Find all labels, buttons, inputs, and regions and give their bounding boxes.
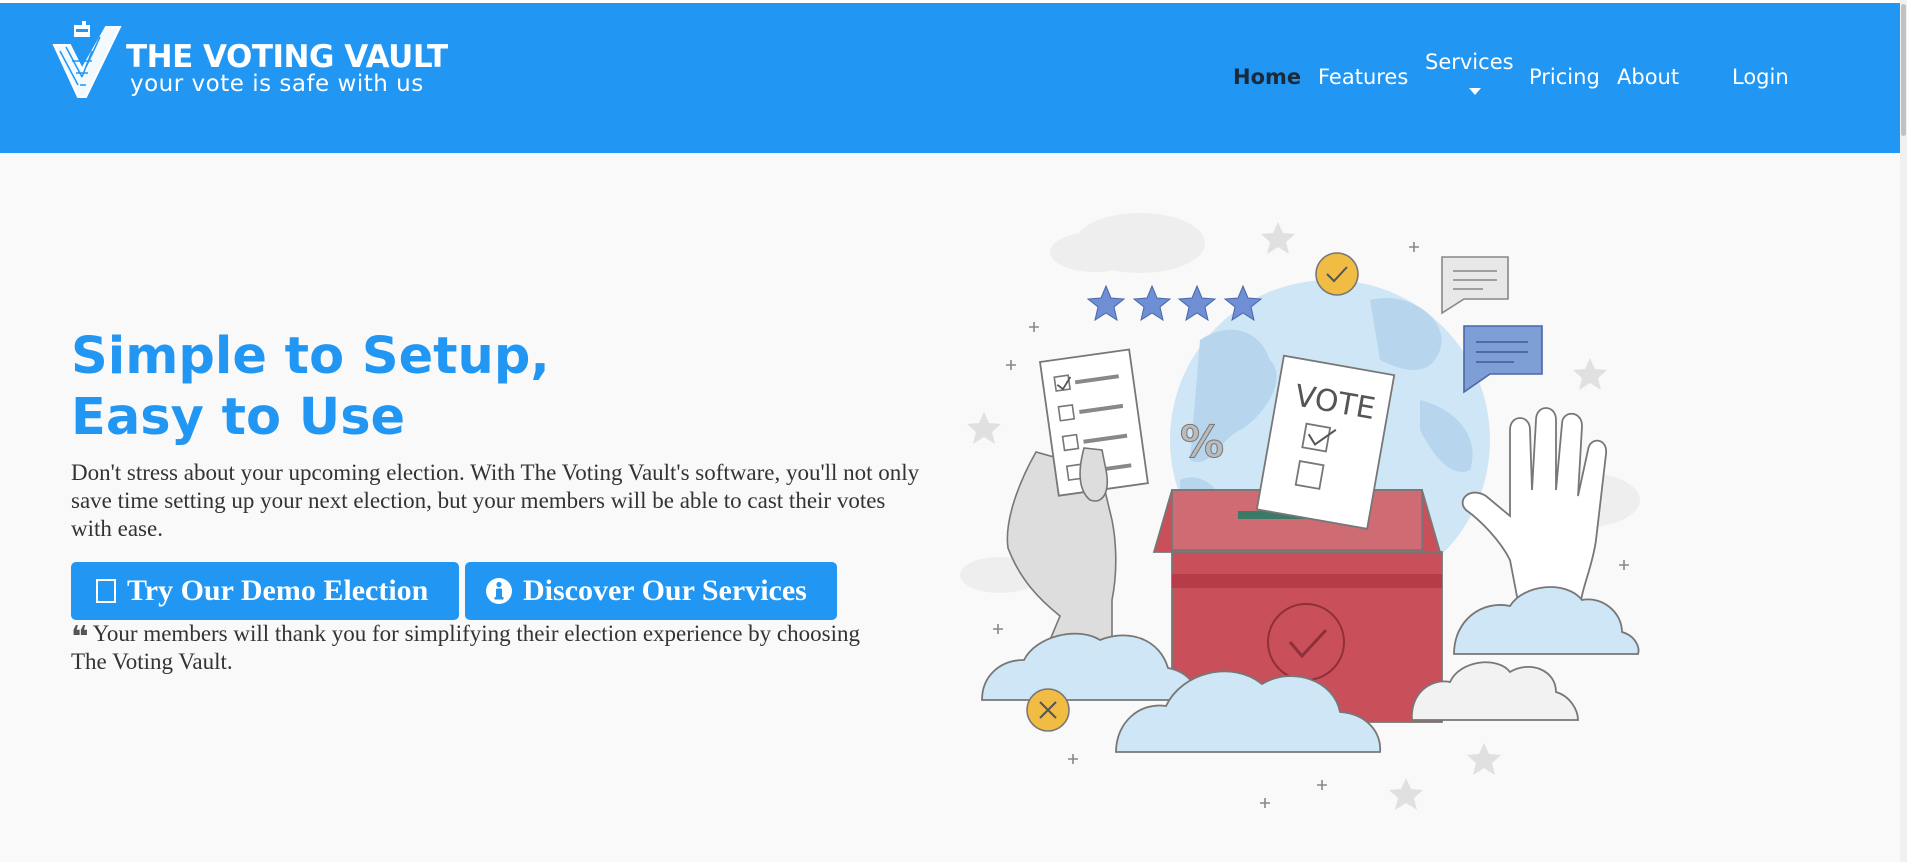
nav-services[interactable]: Services — [1425, 52, 1514, 102]
brand-tagline: your vote is safe with us — [130, 71, 424, 97]
discover-services-label: Discover Our Services — [523, 574, 807, 607]
brand-logo[interactable]: THE VOTING VAULT your vote is safe with … — [52, 21, 448, 101]
quote-left-icon: ❝ — [71, 620, 89, 655]
nav-about[interactable]: About — [1617, 67, 1679, 88]
star-rating-icon — [1086, 284, 1263, 322]
site-header: THE VOTING VAULT your vote is safe with … — [0, 3, 1900, 153]
brand-title: THE VOTING VAULT — [126, 39, 448, 75]
hero-title-line1: Simple to Setup, — [71, 327, 550, 386]
hero-title: Simple to Setup, Easy to Use — [71, 326, 550, 448]
try-demo-election-button[interactable]: Try Our Demo Election — [71, 562, 459, 620]
percent-symbol: % — [1180, 417, 1224, 468]
check-ballot-icon — [52, 21, 122, 98]
nav-features[interactable]: Features — [1318, 67, 1408, 88]
hero-description: Don't stress about your upcoming electio… — [71, 460, 920, 541]
reject-badge-icon — [1026, 688, 1070, 732]
voting-illustration: % VOTE — [960, 213, 1640, 810]
testimonial: ❝ Your members will thank you for simplif… — [71, 620, 871, 676]
scrollbar[interactable] — [1900, 0, 1907, 862]
nav-services-label: Services — [1425, 50, 1514, 74]
hero-title-line2: Easy to Use — [71, 388, 406, 447]
info-circle-icon — [486, 578, 512, 604]
discover-services-button[interactable]: Discover Our Services — [465, 562, 837, 620]
nav-pricing[interactable]: Pricing — [1529, 67, 1600, 88]
chevron-down-icon — [1469, 88, 1481, 95]
nav-home[interactable]: Home — [1233, 67, 1301, 88]
ballot-icon — [96, 579, 116, 603]
try-demo-election-label: Try Our Demo Election — [127, 574, 429, 607]
scrollbar-thumb[interactable] — [1901, 4, 1906, 136]
hand-holding-checklist-icon — [1006, 348, 1149, 641]
nav-login[interactable]: Login — [1732, 67, 1789, 88]
testimonial-text: Your members will thank you for simplify… — [71, 621, 860, 674]
check-badge-icon — [1315, 252, 1359, 296]
